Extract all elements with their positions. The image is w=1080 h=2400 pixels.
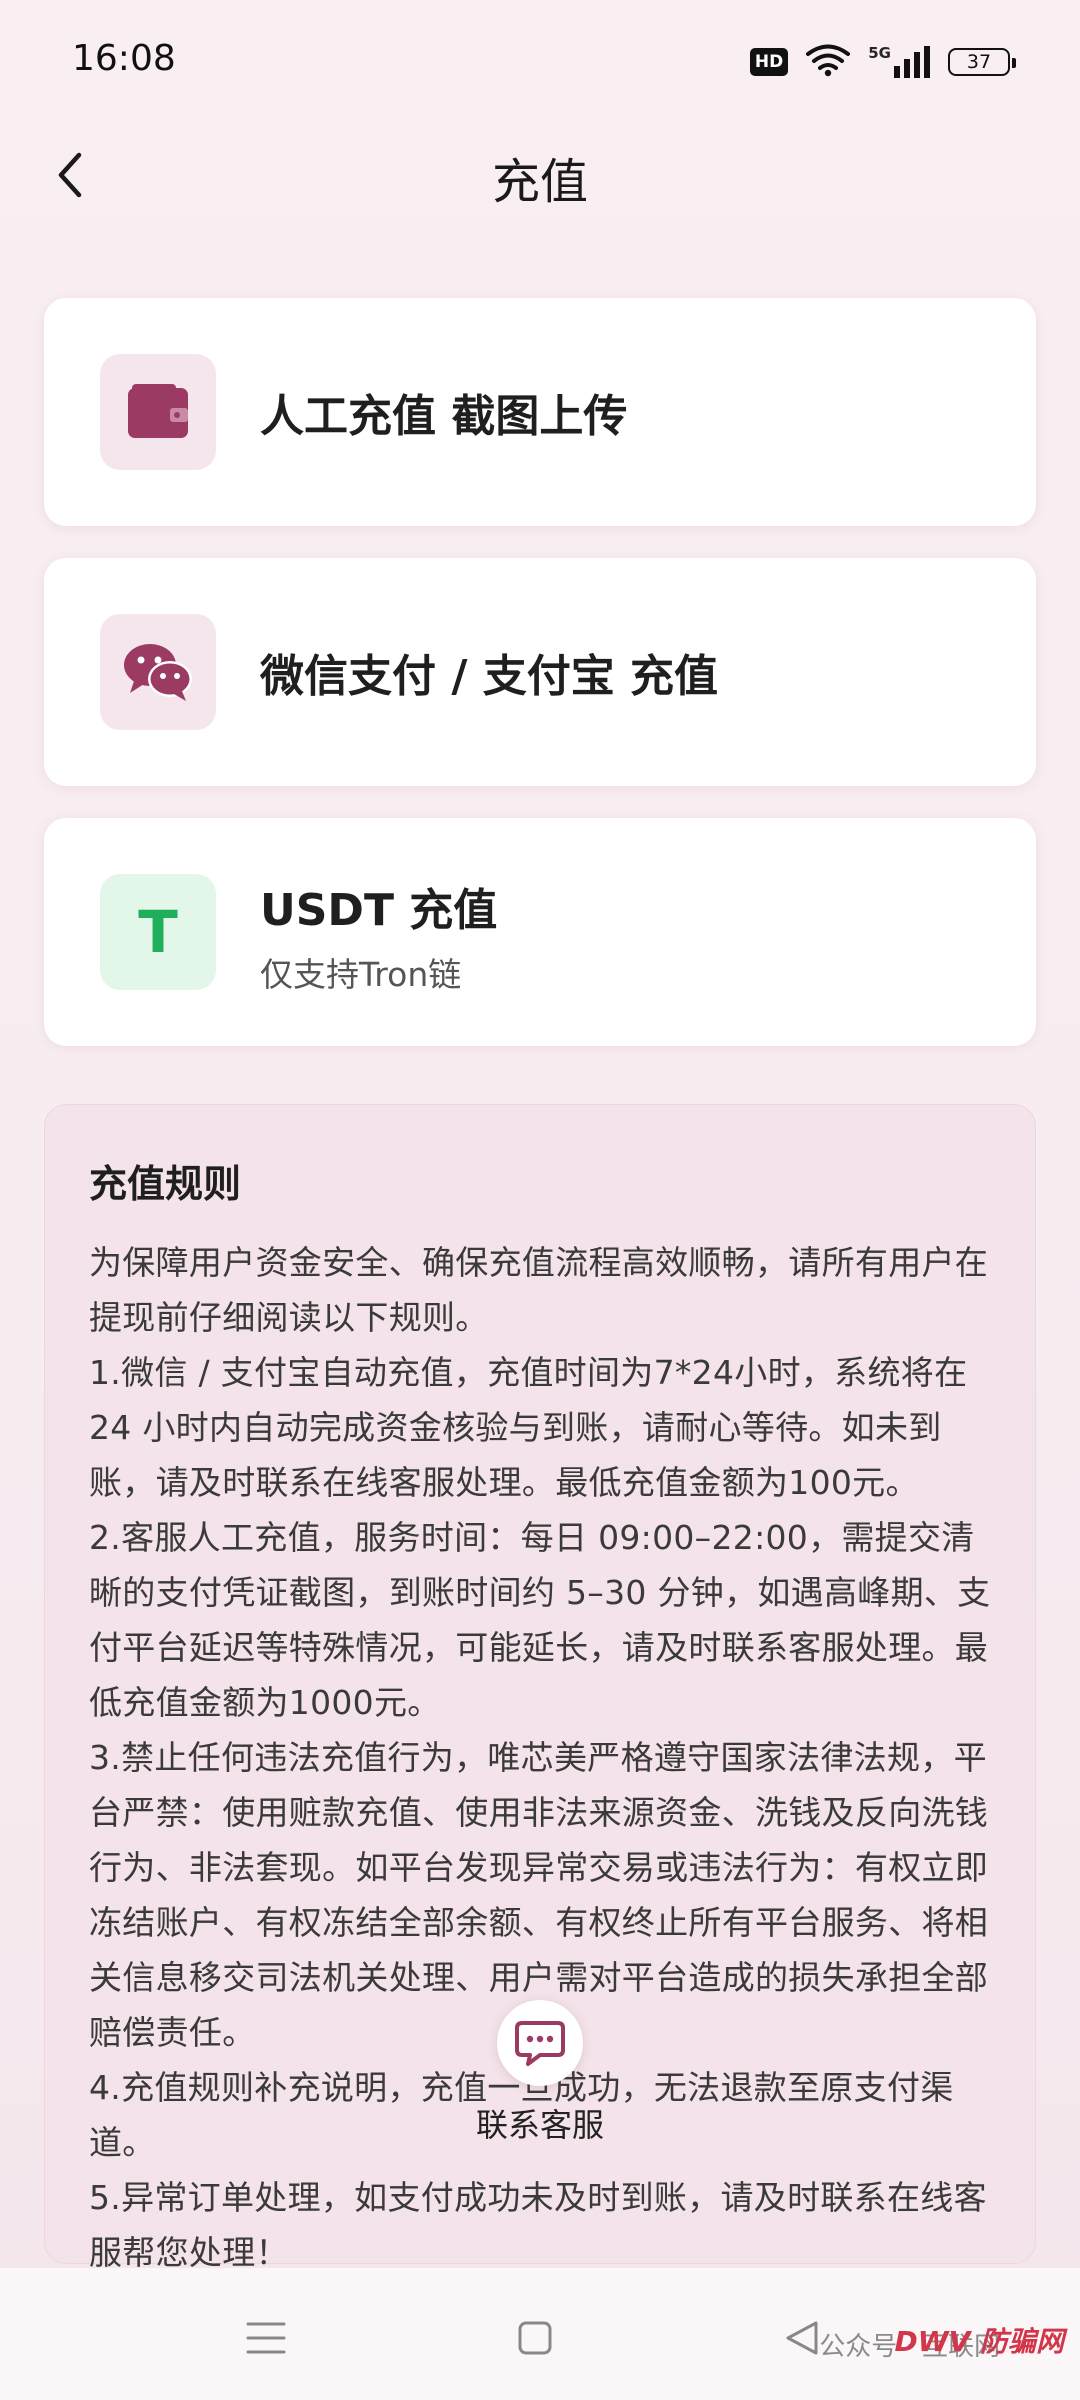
- system-nav-bar: 公众号 · 互联网 DWV 防骗网: [0, 2268, 1080, 2400]
- usdt-option[interactable]: T USDT 充值 仅支持Tron链: [44, 818, 1036, 1046]
- option-title: 微信支付 / 支付宝 充值: [260, 651, 719, 702]
- rules-paragraph: 5.异常订单处理，如支付成功未及时到账，请及时联系在线客服帮您处理！: [89, 2178, 987, 2272]
- status-icons: HD 5G 37: [749, 40, 1016, 84]
- manual-recharge-option[interactable]: 人工充值 截图上传: [44, 298, 1036, 526]
- cellular-signal-icon: 5G: [868, 46, 930, 78]
- status-time: 16:08: [72, 38, 176, 79]
- rules-paragraph: 2.客服人工充值，服务时间：每日 09:00–22:00，需提交清晰的支付凭证截…: [89, 1518, 991, 1722]
- customer-service-button[interactable]: 联系客服: [470, 2000, 610, 2170]
- battery-icon: 37: [948, 48, 1016, 76]
- watermark-logo: DWV 防骗网: [894, 2325, 1064, 2358]
- rules-paragraph: 为保障用户资金安全、确保充值流程高效顺畅，请所有用户在提现前仔细阅读以下规则。: [89, 1243, 989, 1337]
- nav-bar: 充值: [0, 120, 1080, 230]
- wechat-icon: [100, 614, 216, 730]
- option-title: 人工充值 截图上传: [260, 391, 628, 442]
- chat-icon: [497, 2000, 583, 2086]
- status-bar: 16:08 HD 5G 37: [0, 0, 1080, 120]
- menu-icon: [246, 2322, 286, 2354]
- tether-letter: T: [138, 898, 178, 966]
- wifi-icon: [806, 43, 851, 81]
- tether-icon: T: [100, 874, 216, 990]
- home-square-icon: [518, 2321, 552, 2355]
- wechat-alipay-option[interactable]: 微信支付 / 支付宝 充值: [44, 558, 1036, 786]
- option-subtitle: 仅支持Tron链: [260, 955, 462, 994]
- option-title: USDT 充值: [260, 885, 498, 936]
- hd-badge: HD: [749, 48, 789, 76]
- wallet-icon: [100, 354, 216, 470]
- network-type: 5G: [868, 44, 891, 62]
- menu-button[interactable]: [236, 2308, 296, 2368]
- page-title: 充值: [491, 154, 588, 210]
- battery-level: 37: [966, 51, 992, 73]
- rules-title: 充值规则: [89, 1162, 242, 1206]
- home-button[interactable]: [505, 2308, 565, 2368]
- rules-paragraph: 1.微信 / 支付宝自动充值，充值时间为7*24小时，系统将在24 小时内自动完…: [89, 1353, 968, 1502]
- customer-service-label: 联系客服: [475, 2106, 604, 2144]
- triangle-back-icon: [786, 2321, 818, 2355]
